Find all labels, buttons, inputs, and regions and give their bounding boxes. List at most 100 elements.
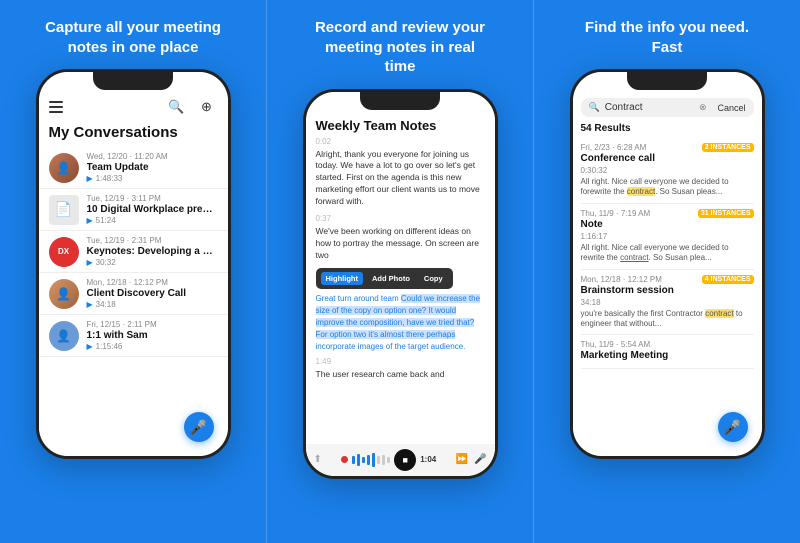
screen-2: Weekly Team Notes 0:02 Alright, thank yo… bbox=[306, 92, 495, 476]
conv-date: Fri, 12/15 · 2:11 PM bbox=[87, 320, 218, 329]
phone-notch-1 bbox=[93, 72, 173, 90]
result-title: Conference call bbox=[581, 153, 754, 164]
phone-3: 🔍 Contract ⊗ Cancel 54 Results Fri, 2/23… bbox=[570, 69, 765, 459]
result-meta: Mon, 12/18 · 12:12 PM 4 INSTANCES bbox=[581, 275, 754, 284]
search-bar[interactable]: 🔍 Contract ⊗ Cancel bbox=[581, 98, 754, 117]
notes-text-1: Alright, thank you everyone for joining … bbox=[316, 149, 485, 208]
panel-3: Find the info you need. Fast 🔍 Contract … bbox=[534, 0, 800, 543]
result-snippet: All right. Nice call everyone we decided… bbox=[581, 243, 754, 264]
conv-duration: ▶1:48:33 bbox=[87, 174, 218, 183]
play-icon: ▶ bbox=[87, 258, 93, 267]
search-input[interactable]: Contract bbox=[605, 102, 694, 113]
conv-duration: ▶51:24 bbox=[87, 216, 218, 225]
screen-3: 🔍 Contract ⊗ Cancel 54 Results Fri, 2/23… bbox=[573, 72, 762, 456]
normal-text-2: incorporate images of the target audienc… bbox=[316, 342, 466, 351]
record-fab[interactable]: 🎤 bbox=[184, 412, 214, 442]
cancel-button[interactable]: Cancel bbox=[717, 103, 745, 113]
list-item[interactable]: 👤 Wed, 12/20 · 11:20 AM Team Update ▶1:4… bbox=[39, 147, 228, 189]
play-icon: ▶ bbox=[87, 342, 93, 351]
search-icon[interactable]: 🔍 bbox=[166, 96, 188, 118]
search-result[interactable]: Fri, 2/23 · 6:28 AM 2 INSTANCES Conferen… bbox=[581, 138, 754, 204]
result-date: Thu, 11/9 · 5:54 AM bbox=[581, 340, 651, 349]
conv-info: Wed, 12/20 · 11:20 AM Team Update ▶1:48:… bbox=[87, 152, 218, 183]
waveform bbox=[352, 453, 390, 467]
list-item[interactable]: DX Tue, 12/19 · 2:31 PM Keynotes: Develo… bbox=[39, 231, 228, 273]
result-title: Marketing Meeting bbox=[581, 350, 754, 361]
search-result[interactable]: Mon, 12/18 · 12:12 PM 4 INSTANCES Brains… bbox=[581, 270, 754, 336]
search-result[interactable]: Thu, 11/9 · 5:54 AM Marketing Meeting bbox=[581, 335, 754, 369]
conv-duration: ▶1:15:46 bbox=[87, 342, 218, 351]
conv-info: Tue, 12/19 · 3:11 PM 10 Digital Workplac… bbox=[87, 194, 218, 225]
notes-text-2: We've been working on different ideas on… bbox=[316, 226, 485, 262]
results-count: 54 Results bbox=[581, 123, 754, 134]
result-duration: 1:16:17 bbox=[581, 232, 754, 241]
conv-info: Fri, 12/15 · 2:11 PM 1:1 with Sam ▶1:15:… bbox=[87, 320, 218, 351]
record-fab-3[interactable]: 🎤 bbox=[718, 412, 748, 442]
result-duration: 0:30:32 bbox=[581, 166, 754, 175]
highlighted-text: Great turn around team Could we increase… bbox=[316, 293, 485, 353]
bottom-right-icons: ⏩ 🎤 bbox=[456, 454, 487, 465]
speed-icon[interactable]: ⏩ bbox=[456, 454, 468, 465]
conv-name: 1:1 with Sam bbox=[87, 330, 218, 341]
clear-icon[interactable]: ⊗ bbox=[699, 102, 707, 113]
result-meta: Fri, 2/23 · 6:28 AM 2 INSTANCES bbox=[581, 143, 754, 152]
normal-text: Great turn around team bbox=[316, 294, 401, 303]
playback-bar: ⬆ ■ 1:04 bbox=[306, 444, 495, 476]
panel-3-title: Find the info you need. Fast bbox=[577, 18, 757, 57]
play-icon: ▶ bbox=[87, 300, 93, 309]
search-icon: 🔍 bbox=[589, 102, 600, 113]
conv-name: Team Update bbox=[87, 162, 218, 173]
share-icon[interactable]: ⬆ bbox=[314, 454, 322, 465]
menu-icon[interactable] bbox=[49, 101, 63, 113]
avatar: 👤 bbox=[49, 153, 79, 183]
record-dot bbox=[341, 456, 348, 463]
conv-date: Wed, 12/20 · 11:20 AM bbox=[87, 152, 218, 161]
result-date: Mon, 12/18 · 12:12 PM bbox=[581, 275, 662, 284]
conversations-header: 🔍 ⊕ bbox=[39, 90, 228, 122]
result-title: Note bbox=[581, 219, 754, 230]
list-item[interactable]: 📄 Tue, 12/19 · 3:11 PM 10 Digital Workpl… bbox=[39, 189, 228, 231]
add-icon[interactable]: ⊕ bbox=[196, 96, 218, 118]
result-date: Thu, 11/9 · 7:19 AM bbox=[581, 209, 651, 218]
avatar: 📄 bbox=[49, 195, 79, 225]
play-icon: ▶ bbox=[87, 216, 93, 225]
playback-controls: ■ 1:04 bbox=[341, 449, 436, 471]
result-badge: 2 INSTANCES bbox=[702, 143, 754, 152]
bottom-left-icons: ⬆ bbox=[314, 454, 322, 465]
list-item[interactable]: 👤 Fri, 12/15 · 2:11 PM 1:1 with Sam ▶1:1… bbox=[39, 315, 228, 357]
mic-fab-small: 🎤 bbox=[474, 454, 486, 465]
conv-duration: ▶34:18 bbox=[87, 300, 218, 309]
search-result[interactable]: Thu, 11/9 · 7:19 AM 31 INSTANCES Note 1:… bbox=[581, 204, 754, 270]
phone-notch-3 bbox=[627, 72, 707, 90]
stop-button[interactable]: ■ bbox=[394, 449, 416, 471]
notes-title: Weekly Team Notes bbox=[316, 118, 485, 133]
result-meta: Thu, 11/9 · 7:19 AM 31 INSTANCES bbox=[581, 209, 754, 218]
highlight-toolbar: Highlight Add Photo Copy bbox=[316, 268, 453, 289]
conv-date: Tue, 12/19 · 3:11 PM bbox=[87, 194, 218, 203]
result-meta: Thu, 11/9 · 5:54 AM bbox=[581, 340, 754, 349]
header-icons: 🔍 ⊕ bbox=[166, 96, 218, 118]
conv-name: Keynotes: Developing a Cu... bbox=[87, 246, 218, 257]
conv-name: Client Discovery Call bbox=[87, 288, 218, 299]
avatar: 👤 bbox=[49, 321, 79, 351]
conv-name: 10 Digital Workplace predi... bbox=[87, 204, 218, 215]
notes-screen: Weekly Team Notes 0:02 Alright, thank yo… bbox=[306, 110, 495, 476]
phone-1: 🔍 ⊕ My Conversations 👤 Wed, 12/20 · 11:2… bbox=[36, 69, 231, 459]
time-display: 1:04 bbox=[420, 455, 436, 464]
result-duration: 34:18 bbox=[581, 298, 754, 307]
result-snippet: All right. Nice call everyone we decided… bbox=[581, 177, 754, 198]
avatar: 👤 bbox=[49, 279, 79, 309]
result-date: Fri, 2/23 · 6:28 AM bbox=[581, 143, 647, 152]
phone-notch-2 bbox=[360, 92, 440, 110]
play-icon: ▶ bbox=[87, 174, 93, 183]
phone-2: Weekly Team Notes 0:02 Alright, thank yo… bbox=[303, 89, 498, 479]
result-badge: 4 INSTANCES bbox=[702, 275, 754, 284]
copy-button[interactable]: Copy bbox=[419, 272, 448, 285]
add-photo-button[interactable]: Add Photo bbox=[367, 272, 415, 285]
panel-2: Record and review your meeting notes in … bbox=[266, 0, 534, 543]
conv-info: Tue, 12/19 · 2:31 PM Keynotes: Developin… bbox=[87, 236, 218, 267]
highlight-button[interactable]: Highlight bbox=[321, 272, 364, 285]
panel-1-title: Capture all your meeting notes in one pl… bbox=[43, 18, 223, 57]
result-badge: 31 INSTANCES bbox=[698, 209, 754, 218]
list-item[interactable]: 👤 Mon, 12/18 · 12:12 PM Client Discovery… bbox=[39, 273, 228, 315]
